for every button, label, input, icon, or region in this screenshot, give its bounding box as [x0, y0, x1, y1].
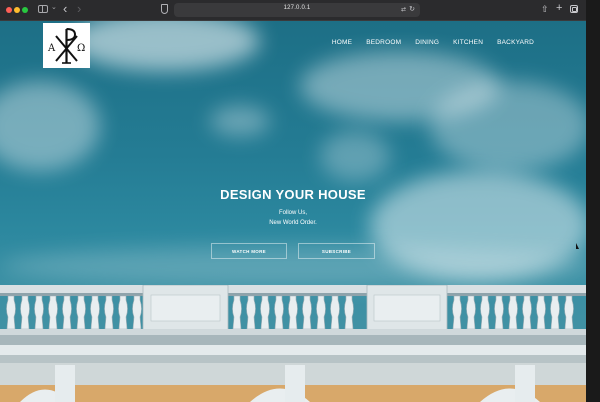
tabs-overview-icon[interactable]: [570, 5, 578, 13]
cloud: [430, 81, 586, 171]
baluster: [90, 295, 100, 330]
baluster: [344, 295, 354, 330]
address-bar[interactable]: 127.0.0.1 ⇄ ↻: [174, 3, 420, 17]
close-window-icon[interactable]: [6, 7, 12, 13]
baluster: [48, 295, 58, 330]
nav-bedroom[interactable]: BEDROOM: [366, 39, 401, 46]
shield-icon[interactable]: [161, 4, 168, 14]
hero-title: DESIGN YOUR HOUSE: [220, 187, 366, 202]
baluster: [6, 295, 16, 330]
chi-rho-logo-icon: A Ω: [47, 28, 85, 64]
browser-window: ⌄ ‹ › 127.0.0.1 ⇄ ↻ ⇧ + A Ω HOME BEDROOM…: [0, 0, 586, 402]
baluster: [118, 295, 128, 330]
baluster: [550, 295, 560, 330]
sidebar-icon[interactable]: [38, 5, 48, 13]
url-text[interactable]: 127.0.0.1: [174, 5, 420, 11]
baluster: [330, 295, 340, 330]
baluster: [232, 295, 242, 330]
baluster: [34, 295, 44, 330]
translate-icon[interactable]: ⇄: [401, 6, 406, 13]
baluster: [132, 295, 142, 330]
baluster: [104, 295, 114, 330]
baluster: [20, 295, 30, 330]
back-icon[interactable]: ‹: [63, 1, 67, 16]
logo-omega: Ω: [77, 43, 85, 54]
baluster: [564, 295, 574, 330]
baluster: [480, 295, 490, 330]
baluster: [260, 295, 270, 330]
new-tab-icon[interactable]: +: [556, 2, 562, 14]
minimize-window-icon[interactable]: [14, 7, 20, 13]
subscribe-button[interactable]: SUBSCRIBE: [298, 243, 375, 259]
baluster: [508, 295, 518, 330]
forward-icon[interactable]: ›: [77, 1, 81, 16]
baluster: [246, 295, 256, 330]
cloud: [0, 81, 100, 171]
baluster: [452, 295, 462, 330]
nav-home[interactable]: HOME: [332, 39, 352, 46]
balustrade-image: [0, 285, 586, 402]
watch-more-button[interactable]: WATCH MORE: [211, 243, 287, 259]
mouse-cursor-icon: [576, 243, 579, 249]
cloud: [320, 131, 390, 181]
share-icon[interactable]: ⇧: [541, 4, 549, 15]
baluster: [522, 295, 532, 330]
cloud: [0, 246, 586, 286]
fullscreen-window-icon[interactable]: [22, 7, 28, 13]
baluster: [494, 295, 504, 330]
browser-toolbar: ⌄ ‹ › 127.0.0.1 ⇄ ↻ ⇧ +: [0, 0, 586, 21]
main-nav: HOME BEDROOM DINING KITCHEN BACKYARD: [332, 39, 534, 46]
nav-backyard[interactable]: BACKYARD: [497, 39, 534, 46]
baluster: [62, 295, 72, 330]
baluster: [288, 295, 298, 330]
baluster: [536, 295, 546, 330]
nav-kitchen[interactable]: KITCHEN: [453, 39, 483, 46]
baluster: [466, 295, 476, 330]
hero-section: A Ω HOME BEDROOM DINING KITCHEN BACKYARD…: [0, 21, 586, 402]
hero-tagline-line1: Follow Us,: [278, 210, 307, 216]
cloud: [70, 21, 260, 71]
hero-tagline-line2: New World Order.: [269, 220, 317, 226]
cloud: [210, 106, 270, 136]
baluster: [76, 295, 86, 330]
nav-dining[interactable]: DINING: [415, 39, 439, 46]
site-logo[interactable]: A Ω: [43, 23, 90, 68]
baluster: [316, 295, 326, 330]
baluster: [302, 295, 312, 330]
chevron-down-icon[interactable]: ⌄: [51, 3, 57, 11]
reload-icon[interactable]: ↻: [409, 5, 415, 13]
logo-alpha: A: [47, 43, 56, 54]
baluster: [274, 295, 284, 330]
